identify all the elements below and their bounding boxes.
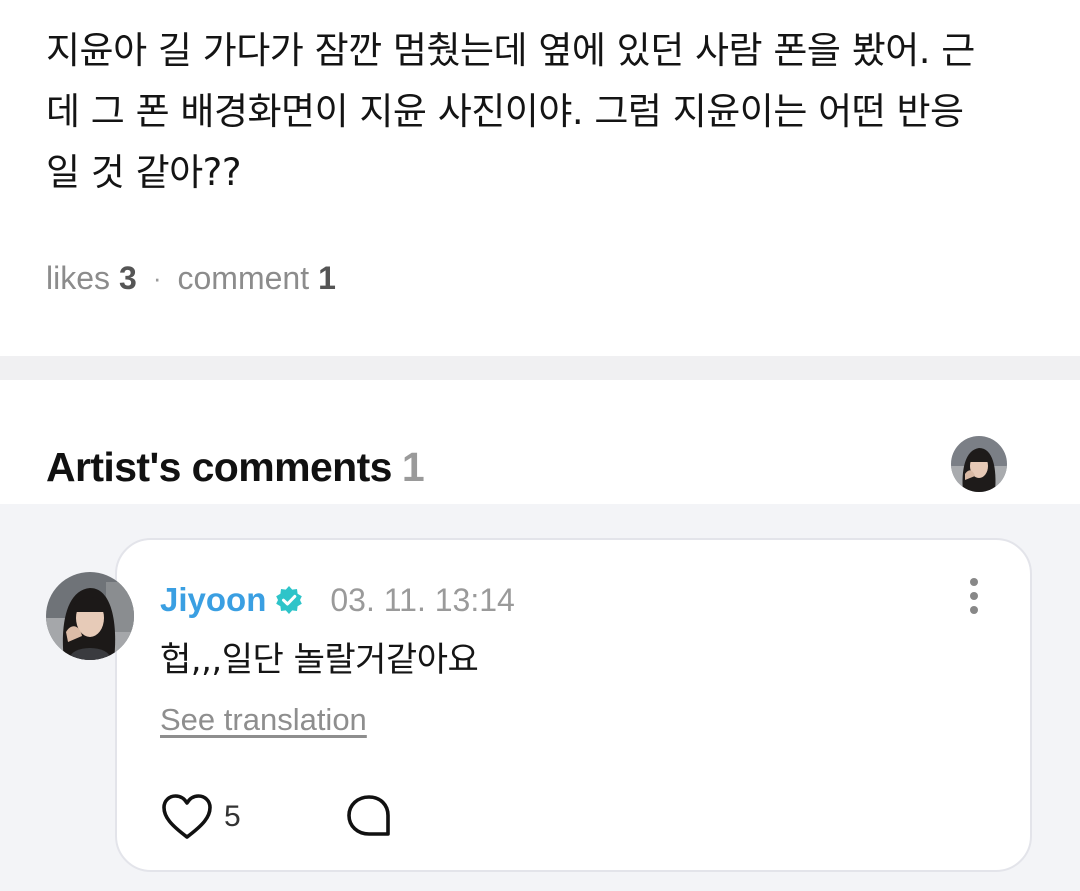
more-vertical-icon[interactable] — [954, 574, 994, 618]
comment-text: 헙,,,일단 놀랄거같아요 — [160, 640, 479, 680]
see-translation-link[interactable]: See translation — [160, 702, 367, 738]
heart-outline-icon — [162, 794, 212, 839]
artist-comments-title: Artist's comments 1 — [46, 444, 425, 491]
stats-separator: · — [152, 262, 162, 293]
reply-button[interactable] — [345, 793, 393, 841]
comment-author-name[interactable]: Jiyoon — [160, 581, 266, 619]
like-button[interactable]: 5 — [160, 790, 241, 844]
post-body-text: 지윤아 길 가다가 잠깐 멈췄는데 옆에 있던 사람 폰을 봤어. 근 데 그 … — [46, 29, 975, 194]
section-divider — [0, 356, 1080, 380]
page: 지윤아 길 가다가 잠깐 멈췄는데 옆에 있던 사람 폰을 봤어. 근 데 그 … — [0, 0, 1080, 891]
artist-comments-header: Artist's comments 1 — [0, 380, 1080, 504]
post-stats: likes 3 · comment 1 — [46, 258, 336, 298]
likes-count: 3 — [119, 259, 137, 296]
comment-label: comment — [177, 259, 310, 296]
artist-comments-count: 1 — [401, 444, 425, 490]
comment-meta: Jiyoon 03. 11. 13:14 — [160, 578, 515, 622]
verified-badge-icon — [274, 585, 304, 615]
artist-avatar-small[interactable] — [951, 436, 1007, 492]
comment-author-avatar[interactable] — [46, 572, 134, 660]
like-count: 5 — [224, 800, 241, 833]
comment-area: Jiyoon 03. 11. 13:14 헙,,,일단 놀랄거같아요 See t… — [0, 504, 1080, 891]
comment-count: 1 — [318, 259, 336, 296]
post-section: 지윤아 길 가다가 잠깐 멈췄는데 옆에 있던 사람 폰을 봤어. 근 데 그 … — [0, 0, 1080, 356]
comment-timestamp: 03. 11. 13:14 — [330, 581, 515, 618]
likes-label: likes — [46, 259, 111, 296]
chat-bubble-icon — [347, 795, 390, 836]
comment-card: Jiyoon 03. 11. 13:14 헙,,,일단 놀랄거같아요 See t… — [115, 538, 1032, 872]
artist-comments-title-text: Artist's comments — [46, 444, 392, 490]
